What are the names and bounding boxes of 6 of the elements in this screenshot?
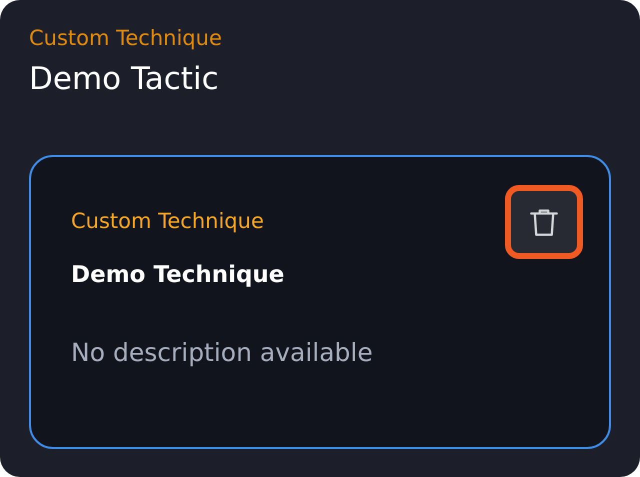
technique-title: Demo Technique (71, 261, 286, 290)
tactic-title: Demo Tactic (29, 60, 220, 99)
delete-button[interactable] (505, 185, 583, 259)
technique-category: Custom Technique (71, 208, 265, 235)
technique-description: No description available (71, 337, 374, 369)
tactic-category: Custom Technique (29, 25, 223, 52)
